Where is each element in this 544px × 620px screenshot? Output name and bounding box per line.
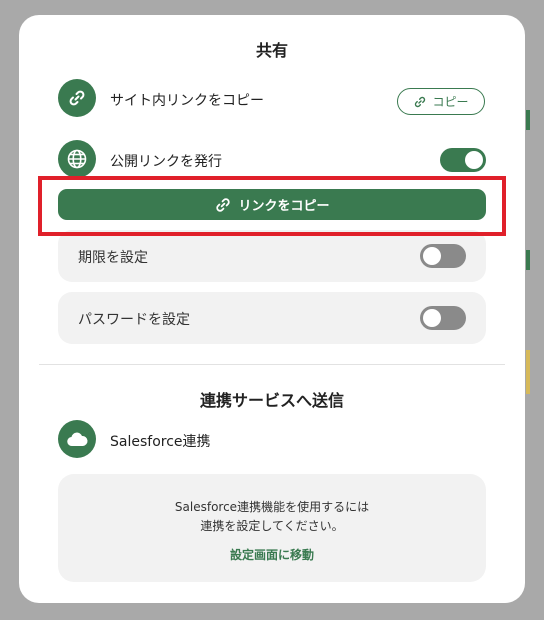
- password-setting-card: パスワードを設定: [58, 292, 486, 344]
- integration-title: 連携サービスへ送信: [199, 391, 344, 410]
- link-icon: [415, 96, 426, 107]
- highlight-annotation: [38, 176, 506, 236]
- toggle-knob: [423, 309, 441, 327]
- public-link-label: 公開リンクを発行: [110, 154, 222, 170]
- salesforce-info-card: Salesforce連携機能を使用するには 連携を設定してください。 設定画面に…: [58, 474, 486, 582]
- salesforce-label: Salesforce連携: [110, 434, 211, 450]
- copy-internal-link-button[interactable]: コピー: [397, 88, 485, 115]
- info-text-line2: 連携を設定してください。: [200, 519, 344, 533]
- background-accent: [526, 350, 530, 394]
- public-link-toggle[interactable]: [440, 148, 486, 172]
- link-icon: [58, 79, 96, 117]
- background-accent: [526, 110, 530, 130]
- dialog-title: 共有: [255, 41, 288, 60]
- section-divider: [39, 364, 505, 365]
- password-setting-label: パスワードを設定: [78, 312, 190, 328]
- globe-icon: [58, 140, 96, 178]
- cloud-icon: [58, 420, 96, 458]
- info-text-line1: Salesforce連携機能を使用するには: [174, 500, 370, 514]
- internal-link-label: サイト内リンクをコピー: [110, 93, 264, 109]
- expiry-setting-card: 期限を設定: [58, 230, 486, 282]
- share-dialog: 共有 サイト内リンクをコピー コピー 公開リンクを発行 リンクをコピー 期限を設…: [19, 15, 525, 603]
- go-to-settings-link[interactable]: 設定画面に移動: [58, 546, 486, 563]
- expiry-setting-label: 期限を設定: [78, 250, 148, 266]
- expiry-toggle[interactable]: [420, 244, 466, 268]
- toggle-knob: [423, 247, 441, 265]
- password-toggle[interactable]: [420, 306, 466, 330]
- copy-button-label: コピー: [432, 95, 469, 109]
- background-accent: [526, 250, 530, 270]
- toggle-knob: [465, 151, 483, 169]
